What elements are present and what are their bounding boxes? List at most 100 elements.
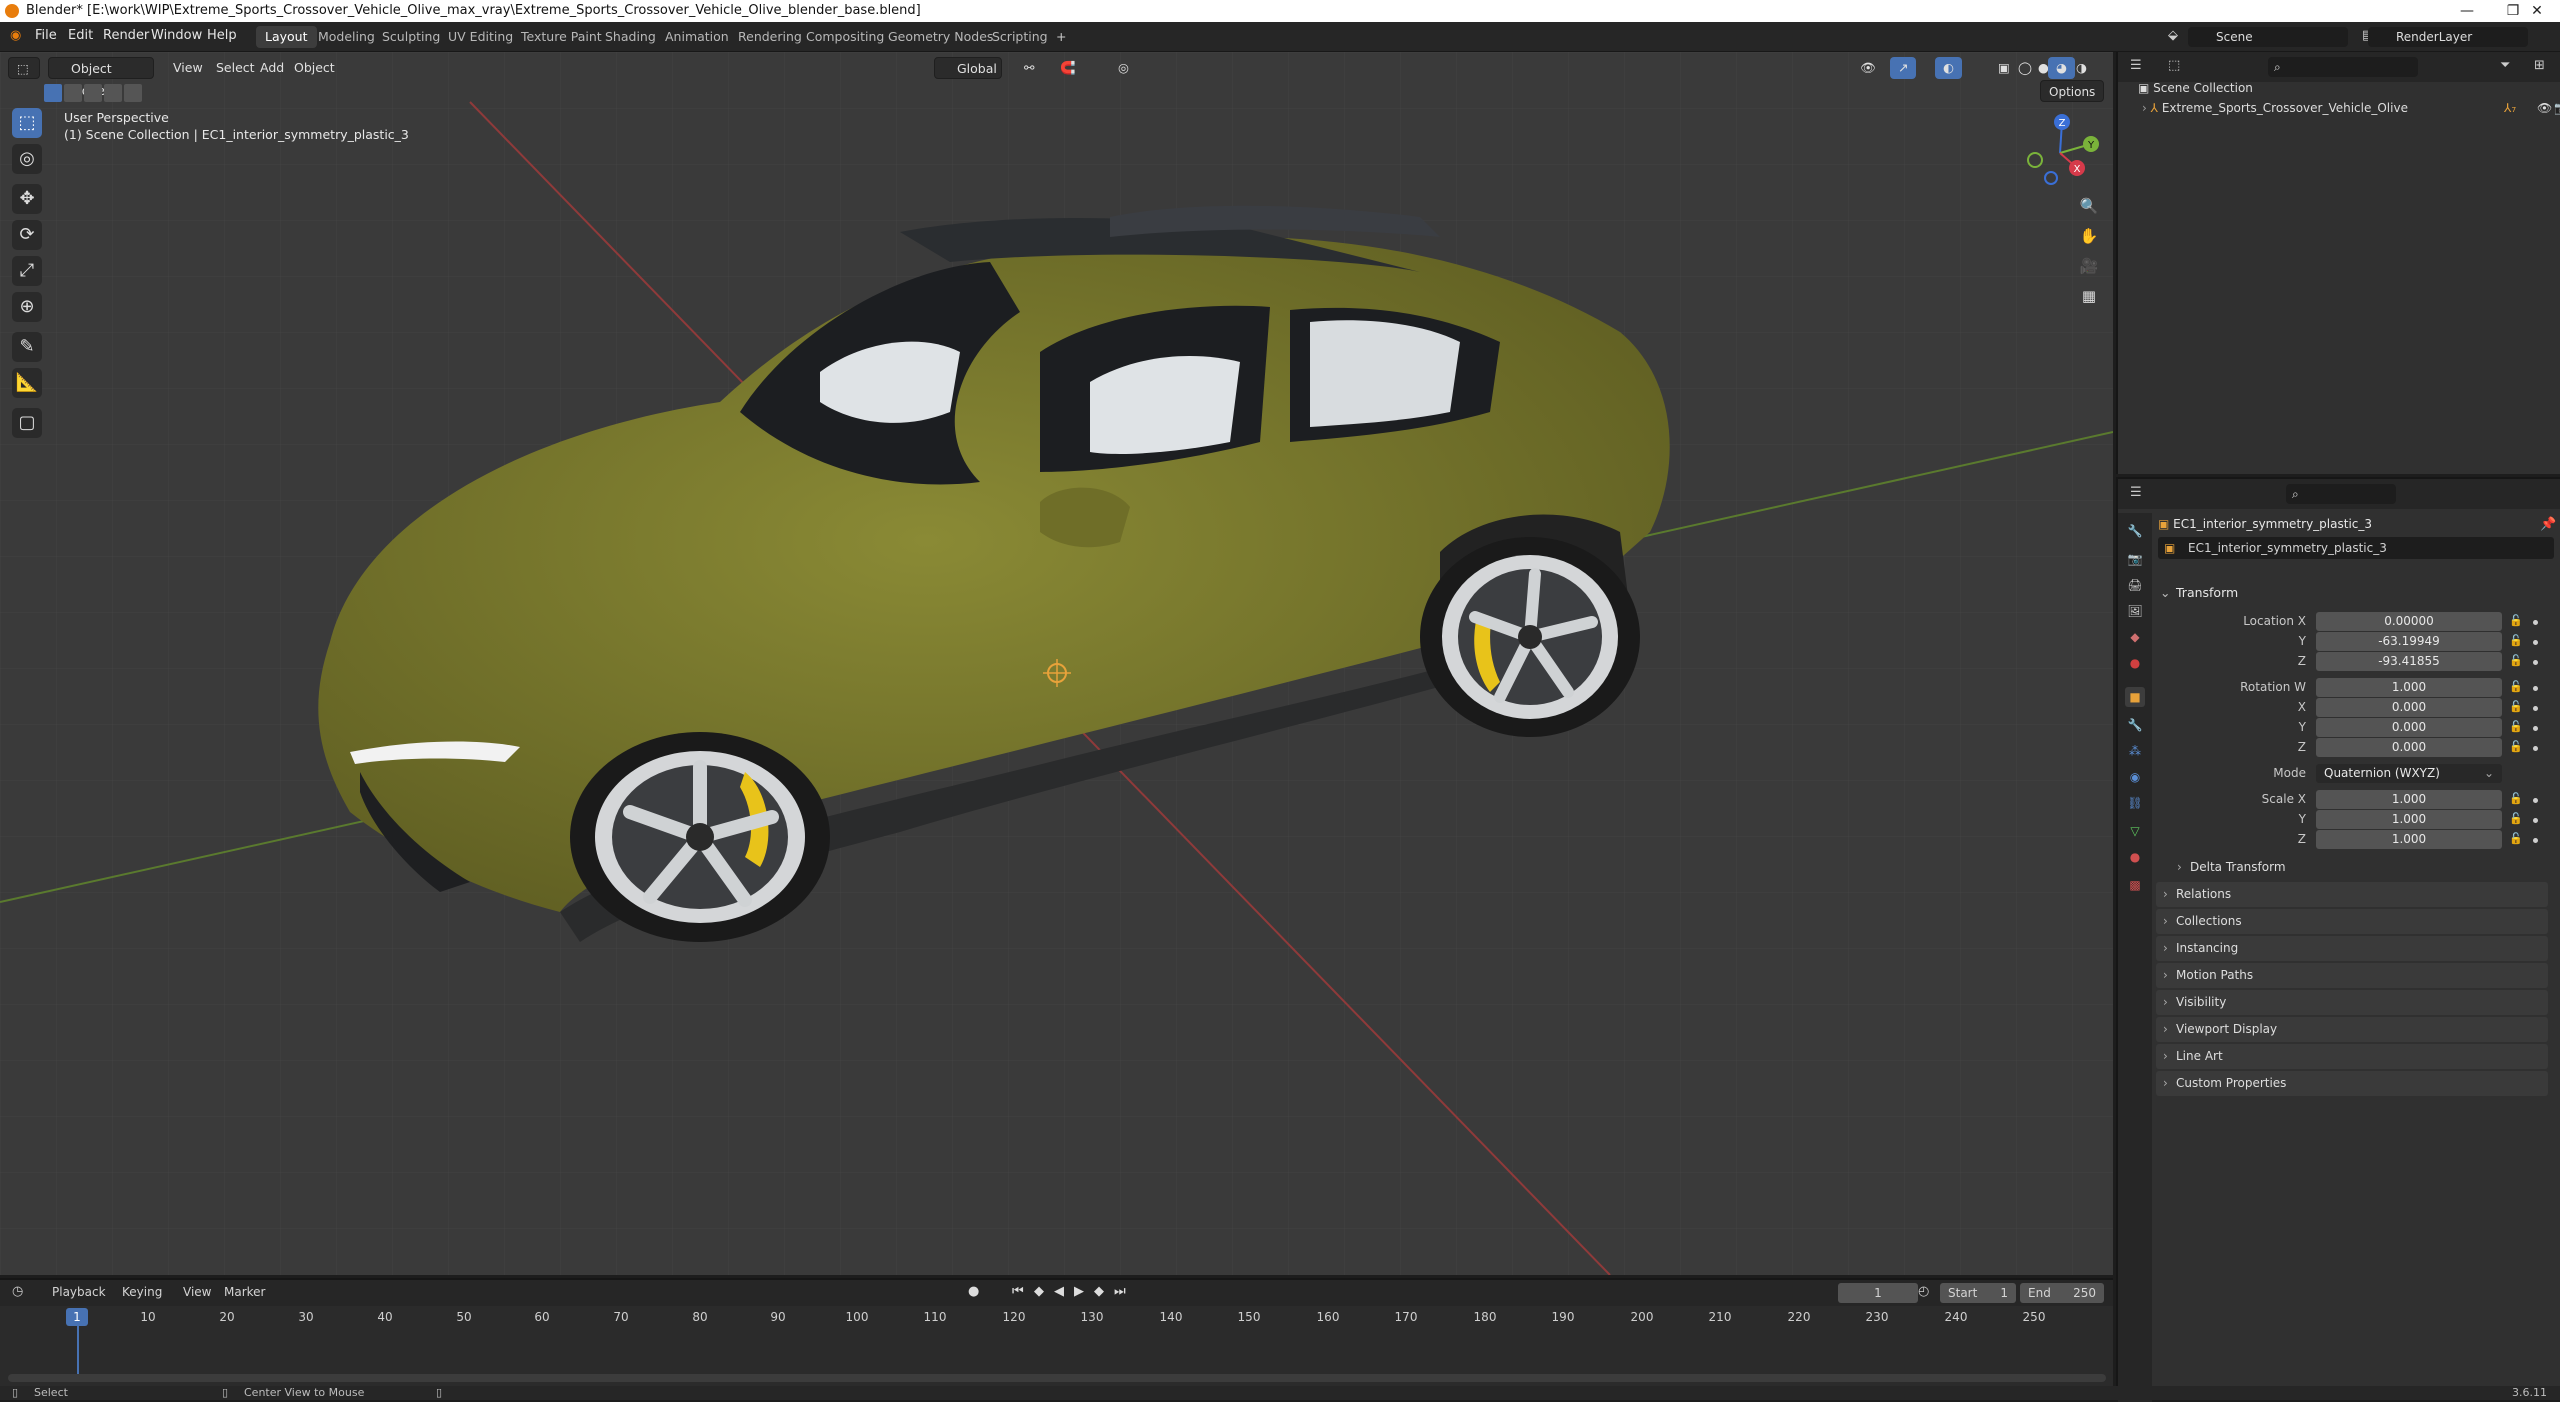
properties-search-input[interactable]: ⌕: [2286, 484, 2396, 504]
rotation-y-field[interactable]: 0.000: [2316, 718, 2502, 737]
custom-properties-panel[interactable]: Custom Properties: [2156, 1071, 2548, 1096]
new-collection-icon[interactable]: ⊞: [2534, 58, 2545, 73]
keyframe-dot-icon[interactable]: [2533, 838, 2538, 843]
keyframe-dot-icon[interactable]: [2533, 726, 2538, 731]
overlay-toggle-icon[interactable]: ◐: [1935, 57, 1962, 79]
ortho-toggle-icon[interactable]: ▦: [2075, 282, 2103, 310]
mesh-data-tab-icon[interactable]: ▽: [2125, 821, 2145, 841]
lock-icon[interactable]: 🔓: [2509, 700, 2523, 713]
keyframe-dot-icon[interactable]: [2533, 746, 2538, 751]
render-tab-icon[interactable]: 📷: [2125, 549, 2145, 569]
keyframe-dot-icon[interactable]: [2533, 660, 2538, 665]
lock-icon[interactable]: 🔓: [2509, 720, 2523, 733]
pin-icon[interactable]: 📌: [2540, 517, 2556, 532]
world-tab-icon[interactable]: ●: [2125, 653, 2145, 673]
transform-tool[interactable]: ⊕: [12, 292, 42, 322]
scale-z-field[interactable]: 1.000: [2316, 830, 2502, 849]
select-invert-icon[interactable]: [124, 84, 142, 102]
annotate-tool[interactable]: ✎: [12, 332, 42, 362]
location-y-field[interactable]: -63.19949: [2316, 632, 2502, 651]
outliner-editor-icon[interactable]: ☰: [2130, 58, 2142, 73]
tab-shading[interactable]: Shading: [596, 26, 665, 48]
editor-type-icon[interactable]: ⬚: [8, 57, 40, 79]
options-button[interactable]: Options: [2040, 80, 2105, 102]
playhead[interactable]: 1: [66, 1308, 88, 1326]
select-extend-icon[interactable]: [64, 84, 82, 102]
tab-animation[interactable]: Animation: [656, 26, 738, 48]
display-mode-icon[interactable]: ⬚: [2168, 58, 2180, 73]
menu-render[interactable]: Render: [103, 28, 149, 43]
delta-transform-panel[interactable]: Delta Transform: [2170, 855, 2548, 880]
viewport-menu-view[interactable]: View: [165, 57, 211, 79]
tab-scripting[interactable]: Scripting: [983, 26, 1057, 48]
modifiers-tab-icon[interactable]: 🔧: [2125, 715, 2145, 735]
render-camera-icon[interactable]: 📷: [2554, 98, 2560, 118]
rendered-shading-icon[interactable]: ◑: [2068, 57, 2095, 79]
add-workspace-button[interactable]: +: [1047, 26, 1075, 48]
timeline-scrollbar[interactable]: [8, 1374, 2106, 1382]
select-new-icon[interactable]: [44, 84, 62, 102]
visibility-panel[interactable]: Visibility: [2156, 990, 2548, 1015]
viewport-menu-object[interactable]: Object: [286, 57, 343, 79]
gizmo-toggle-icon[interactable]: ↗: [1890, 57, 1917, 79]
particles-tab-icon[interactable]: ⁂: [2125, 741, 2145, 761]
pan-hand-icon[interactable]: ✋: [2075, 222, 2103, 250]
proportional-edit-icon[interactable]: ◎: [1110, 57, 1137, 79]
physics-tab-icon[interactable]: ◉: [2125, 767, 2145, 787]
object-tab-icon[interactable]: ■: [2125, 687, 2145, 707]
menu-window[interactable]: Window: [151, 28, 202, 43]
tool-tab-icon[interactable]: 🔧: [2125, 521, 2145, 541]
outliner-search-input[interactable]: ⌕: [2268, 57, 2418, 77]
close-button[interactable]: ✕: [2514, 0, 2560, 22]
tab-uv-editing[interactable]: UV Editing: [439, 26, 522, 48]
material-tab-icon[interactable]: ●: [2125, 847, 2145, 867]
pivot-icon[interactable]: ⚯: [1016, 57, 1042, 79]
blender-menu-icon[interactable]: ◉: [10, 28, 21, 43]
measure-tool[interactable]: 📐: [12, 368, 42, 398]
tab-sculpting[interactable]: Sculpting: [373, 26, 449, 48]
navigation-gizmo[interactable]: Z Y X: [2015, 108, 2105, 198]
keyframe-dot-icon[interactable]: [2533, 640, 2538, 645]
scene-selector[interactable]: Scene: [2188, 27, 2348, 47]
instancing-panel[interactable]: Instancing: [2156, 936, 2548, 961]
outliner-row[interactable]: › ⅄ Extreme_Sports_Crossover_Vehicle_Oli…: [2142, 98, 2560, 118]
texture-tab-icon[interactable]: ▩: [2125, 875, 2145, 895]
lock-icon[interactable]: 🔓: [2509, 812, 2523, 825]
add-cube-tool[interactable]: ▢: [12, 408, 42, 438]
keyframe-dot-icon[interactable]: [2533, 798, 2538, 803]
rotation-mode-dropdown[interactable]: Quaternion (WXYZ) ⌄: [2316, 764, 2502, 783]
object-name-field[interactable]: ▣ EC1_interior_symmetry_plastic_3: [2158, 537, 2554, 559]
lock-icon[interactable]: 🔓: [2509, 740, 2523, 753]
camera-view-icon[interactable]: 🎥: [2075, 252, 2103, 280]
cursor-tool[interactable]: ◎: [12, 144, 42, 174]
scale-x-field[interactable]: 1.000: [2316, 790, 2502, 809]
properties-editor-icon[interactable]: ☰: [2130, 485, 2142, 500]
visibility-icon[interactable]: 👁: [1852, 57, 1884, 79]
transform-panel-header[interactable]: ⌄ Transform: [2156, 580, 2548, 605]
viewport-display-panel[interactable]: Viewport Display: [2156, 1017, 2548, 1042]
scale-tool[interactable]: ⤢: [12, 256, 42, 286]
keyframe-dot-icon[interactable]: [2533, 620, 2538, 625]
keyframe-dot-icon[interactable]: [2533, 818, 2538, 823]
menu-help[interactable]: Help: [207, 28, 237, 43]
rotation-z-field[interactable]: 0.000: [2316, 738, 2502, 757]
rotation-x-field[interactable]: 0.000: [2316, 698, 2502, 717]
transform-orientation-selector[interactable]: Global: [934, 57, 1002, 79]
motion-paths-panel[interactable]: Motion Paths: [2156, 963, 2548, 988]
menu-edit[interactable]: Edit: [68, 28, 93, 43]
constraints-tab-icon[interactable]: ⛓: [2125, 793, 2145, 813]
scene-tab-icon[interactable]: ◆: [2125, 627, 2145, 647]
scale-y-field[interactable]: 1.000: [2316, 810, 2502, 829]
select-box-tool[interactable]: ⬚: [12, 108, 42, 138]
viewport-scene[interactable]: [0, 52, 2113, 1275]
outliner-scene-collection[interactable]: ▣ Scene Collection: [2138, 78, 2253, 98]
timeline-ruler[interactable]: 10 20 30 40 50 60 70 80 90 100 110 120 1…: [0, 1280, 2113, 1388]
expand-icon[interactable]: ›: [2142, 101, 2147, 115]
timeline[interactable]: ◷ Playback Keying View Marker ● ⏮ ◆ ◀ ▶ …: [0, 1278, 2113, 1386]
keyframe-dot-icon[interactable]: [2533, 706, 2538, 711]
line-art-panel[interactable]: Line Art: [2156, 1044, 2548, 1069]
keyframe-dot-icon[interactable]: [2533, 686, 2538, 691]
filter-icon[interactable]: ⏷: [2500, 58, 2510, 73]
rotate-tool[interactable]: ⟳: [12, 220, 42, 250]
rotation-w-field[interactable]: 1.000: [2316, 678, 2502, 697]
